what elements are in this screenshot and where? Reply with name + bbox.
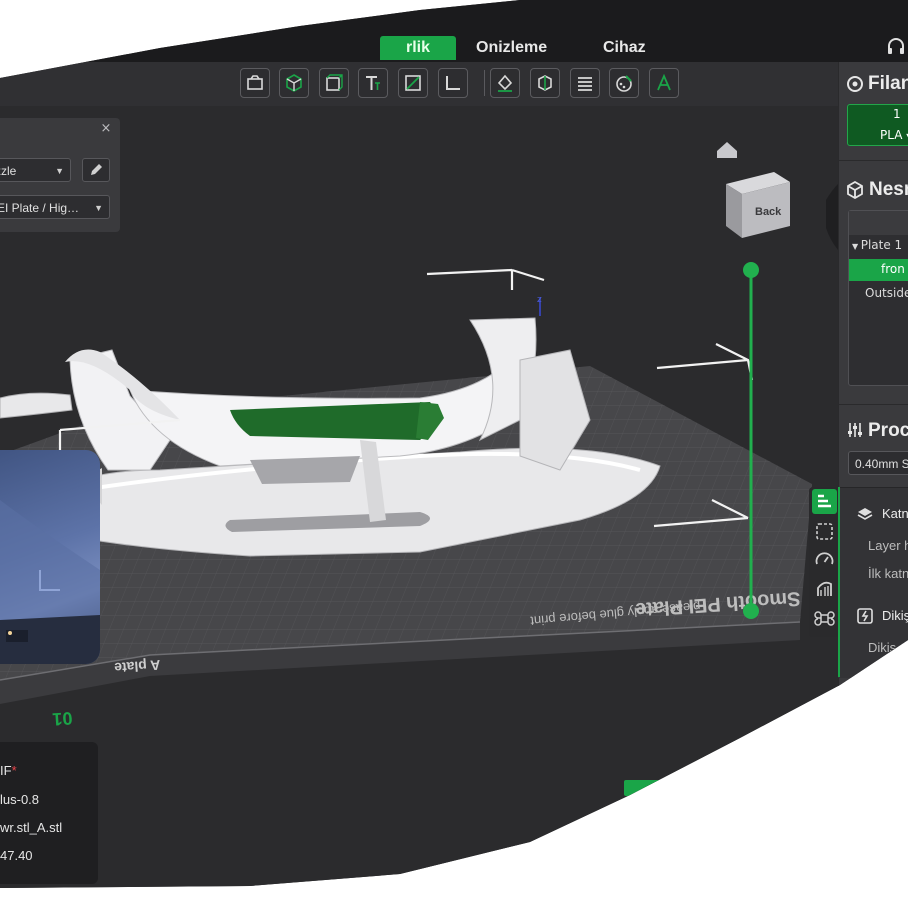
tab-strength[interactable]: [812, 519, 837, 544]
tab-speed[interactable]: [812, 547, 837, 572]
tab-others[interactable]: [812, 606, 837, 631]
param-group-layers: Katn: [882, 506, 908, 521]
command-icon: [814, 611, 835, 626]
speedometer-icon: [815, 552, 834, 565]
build-scene[interactable]: Smooth PEI Plate please apply glue befor…: [0, 0, 838, 908]
active-panel-indicator: [838, 487, 840, 677]
edit-printer-button[interactable]: [82, 158, 110, 182]
param-layer-height: Layer h: [868, 538, 908, 553]
objects-section-title: Nesn: [869, 179, 908, 200]
home-view-icon[interactable]: [717, 142, 737, 158]
filament-section-title: Filan: [868, 73, 908, 94]
object-list-plate[interactable]: ▼ Plate 1: [852, 238, 902, 252]
navigation-wheel[interactable]: [826, 184, 838, 250]
param-group-seam: Dikiş: [882, 608, 908, 623]
chevron-down-icon: ▼: [852, 242, 861, 251]
support-icon: [817, 581, 832, 596]
filament-slot-type: PLA ▼: [880, 128, 908, 142]
sliders-icon: [848, 423, 862, 437]
sidebar-divider: [838, 404, 908, 405]
info-line-printer: lus-0.8: [0, 792, 40, 807]
process-section-title: Proc: [868, 420, 908, 441]
layer-stack-icon: [857, 508, 873, 520]
close-icon[interactable]: ×: [99, 122, 113, 136]
info-line-value: 47.40: [0, 848, 33, 863]
tab-quality[interactable]: [812, 489, 837, 514]
chevron-down-icon: ▼: [55, 166, 64, 176]
nozzle-dropdown-value: zzle: [0, 164, 17, 178]
process-preset-dropdown[interactable]: 0.40mm S: [848, 451, 908, 475]
infill-icon: [816, 523, 833, 540]
object-list-selected-label: fron: [881, 262, 905, 276]
cube-icon: [847, 181, 863, 199]
z-axis-label: z: [537, 295, 542, 305]
layers-icon: [818, 494, 831, 508]
view-cube[interactable]: Back: [726, 172, 790, 238]
info-line-name-text: IF: [0, 763, 12, 778]
process-preset-value: 0.40mm S: [855, 457, 908, 471]
plate-type-value: EI Plate / Hig…: [0, 201, 80, 215]
info-line-name: IF*: [0, 763, 17, 778]
param-seam-position: Dikiş: [868, 640, 897, 655]
object-list-plate-label: Plate 1: [860, 238, 903, 252]
info-line-file: wr.stl_A.stl: [0, 820, 63, 835]
sidebar-divider: [838, 160, 908, 161]
nozzle-dropdown[interactable]: zzle ▼: [0, 158, 71, 182]
object-list-header: [849, 211, 908, 235]
progress-marker: [624, 780, 664, 796]
camera-preview[interactable]: [0, 450, 100, 664]
headset-icon[interactable]: [886, 37, 906, 57]
plate-number-label: 01: [52, 708, 73, 729]
plate-type-dropdown[interactable]: EI Plate / Hig… ▼: [0, 195, 110, 219]
view-cube-face-label: Back: [755, 206, 782, 218]
param-first-layer-height: İlk katn: [868, 566, 908, 581]
filament-slot-type-text: PLA: [880, 128, 903, 142]
chevron-down-icon: ▼: [94, 203, 103, 213]
slicer-window: rlik Onizleme Cihaz Smooth PEI Plate ple…: [0, 0, 908, 908]
plate-name-label: A plate: [114, 657, 161, 676]
filament-slot-number: 1: [893, 107, 901, 121]
filament-spool-icon: [847, 76, 863, 92]
seam-icon: [857, 608, 873, 624]
object-list-outside-label[interactable]: Outside: [865, 286, 908, 300]
camera-preview-image: [0, 500, 100, 664]
tab-support[interactable]: [812, 576, 837, 601]
required-marker: *: [11, 763, 17, 778]
pencil-icon: [91, 164, 102, 175]
